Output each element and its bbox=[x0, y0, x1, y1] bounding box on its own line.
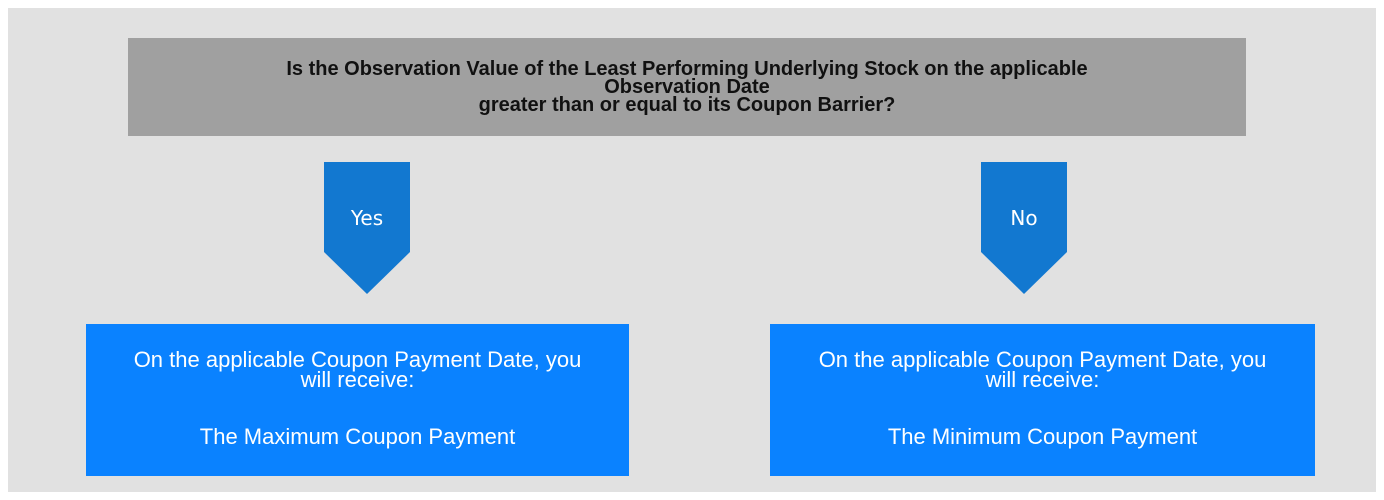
no-result-intro: On the applicable Coupon Payment Date, y… bbox=[770, 349, 1315, 392]
question-box: Is the Observation Value of the Least Pe… bbox=[128, 38, 1246, 136]
no-result-outcome: The Minimum Coupon Payment bbox=[887, 424, 1198, 449]
no-label: No bbox=[1010, 206, 1038, 230]
no-result-box: On the applicable Coupon Payment Date, y… bbox=[770, 324, 1315, 476]
no-result-intro-line-2: will receive: bbox=[985, 367, 1100, 392]
question-line-3: greater than or equal to its Coupon Barr… bbox=[478, 94, 896, 116]
yes-label: Yes bbox=[350, 206, 384, 230]
diagram-canvas: Is the Observation Value of the Least Pe… bbox=[8, 8, 1376, 492]
yes-result-intro: On the applicable Coupon Payment Date, y… bbox=[86, 349, 629, 392]
yes-result-intro-line-2: will receive: bbox=[300, 367, 415, 392]
no-arrow: No bbox=[981, 162, 1067, 294]
yes-result-box: On the applicable Coupon Payment Date, y… bbox=[86, 324, 629, 476]
yes-arrow: Yes bbox=[324, 162, 410, 294]
yes-result-outcome: The Maximum Coupon Payment bbox=[199, 424, 516, 449]
